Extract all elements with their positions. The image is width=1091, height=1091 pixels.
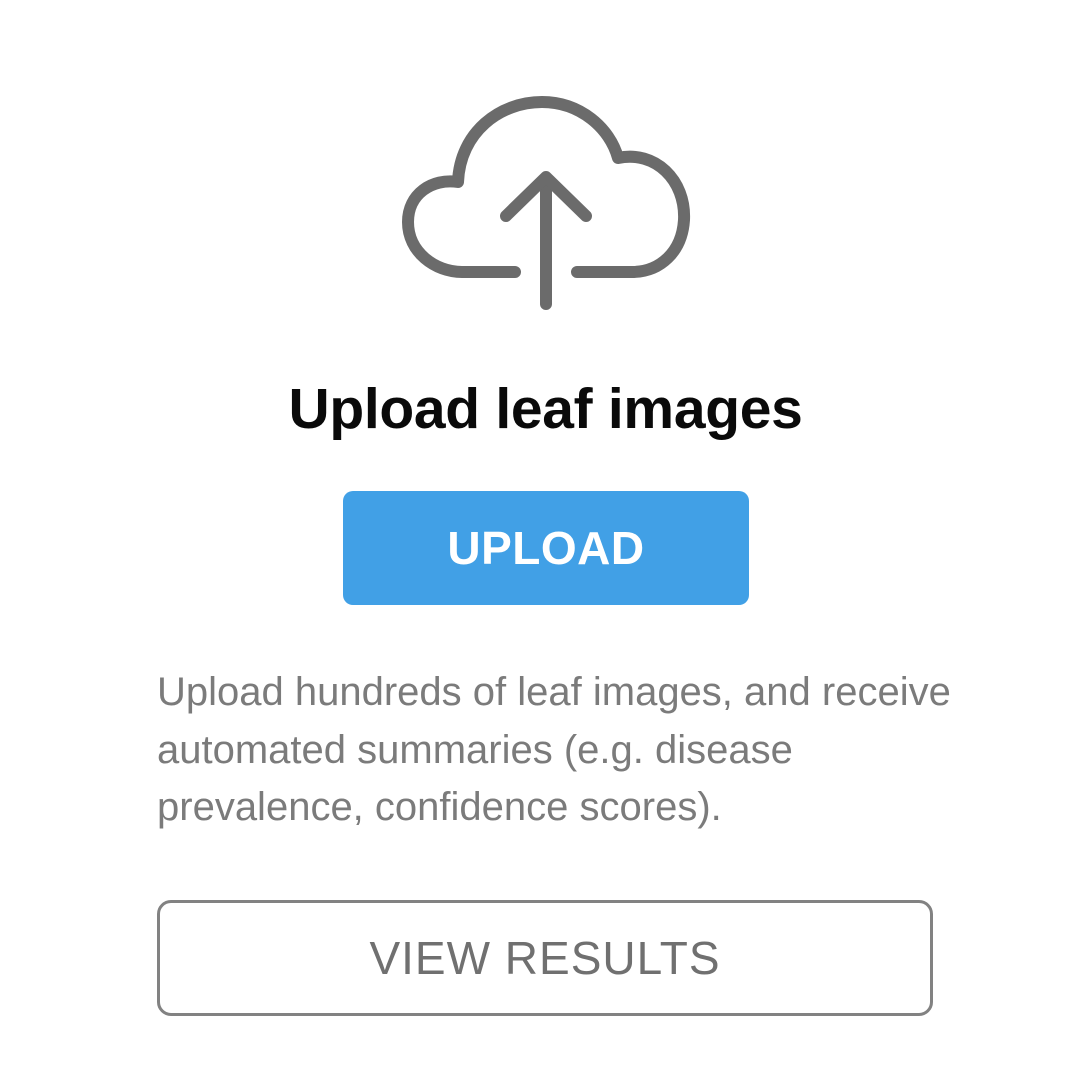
page-title: Upload leaf images <box>288 377 803 441</box>
description-text: Upload hundreds of leaf images, and rece… <box>157 670 951 829</box>
cloud-upload-icon <box>395 92 695 317</box>
view-results-button[interactable]: VIEW RESULTS <box>157 900 933 1016</box>
upload-panel: Upload leaf images UPLOAD Upload hundred… <box>0 0 1091 1091</box>
upload-button[interactable]: UPLOAD <box>343 491 749 605</box>
